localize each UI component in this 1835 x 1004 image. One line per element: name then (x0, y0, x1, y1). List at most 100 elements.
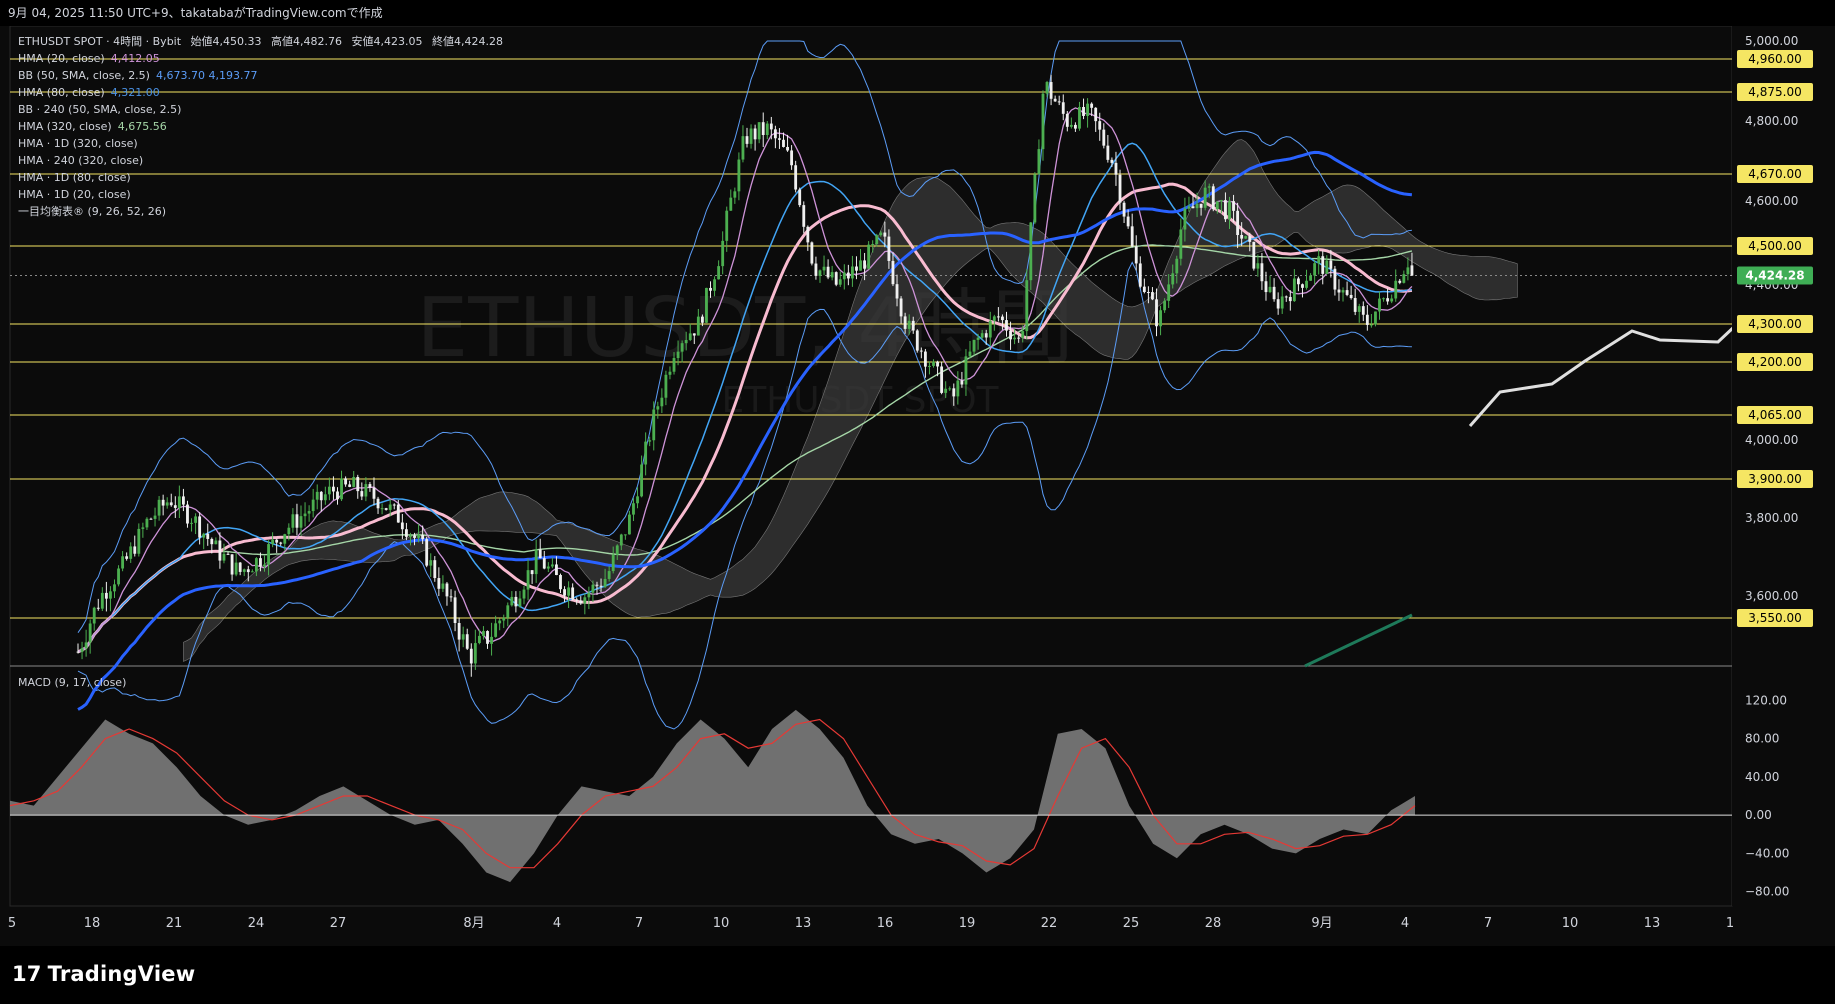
candle-body[interactable] (1244, 236, 1248, 239)
candle-body[interactable] (1410, 265, 1414, 276)
candle-body[interactable] (494, 623, 498, 637)
candle-body[interactable] (234, 562, 238, 575)
candle-body[interactable] (404, 529, 408, 537)
candle-body[interactable] (461, 634, 465, 640)
candle-body[interactable] (230, 554, 234, 575)
candle-body[interactable] (1001, 316, 1004, 321)
candle-body[interactable] (899, 298, 903, 317)
candle-body[interactable] (1134, 246, 1138, 264)
candle-body[interactable] (822, 266, 826, 271)
candle-body[interactable] (879, 232, 883, 236)
candle-body[interactable] (883, 232, 887, 237)
candle-body[interactable] (745, 136, 749, 144)
candle-body[interactable] (125, 556, 129, 559)
candle-body[interactable] (1049, 82, 1053, 99)
candle-body[interactable] (1256, 263, 1260, 269)
candle-body[interactable] (145, 518, 149, 528)
candle-body[interactable] (1337, 289, 1341, 293)
candle-body[interactable] (842, 272, 846, 280)
candle-body[interactable] (790, 150, 794, 166)
candle-body[interactable] (1033, 174, 1037, 223)
candle-body[interactable] (1329, 260, 1333, 269)
candle-body[interactable] (1118, 174, 1122, 203)
candle-body[interactable] (648, 440, 652, 442)
candle-body[interactable] (814, 263, 818, 276)
candle-body[interactable] (1163, 300, 1167, 311)
candle-body[interactable] (169, 502, 173, 506)
candle-body[interactable] (1369, 324, 1373, 326)
candle-body[interactable] (368, 484, 372, 488)
candle-body[interactable] (141, 527, 145, 529)
candle-body[interactable] (761, 122, 765, 135)
candle-body[interactable] (1151, 292, 1154, 300)
candle-body[interactable] (1357, 306, 1361, 312)
candle-body[interactable] (692, 333, 696, 336)
candle-body[interactable] (218, 540, 222, 561)
candle-body[interactable] (356, 476, 360, 492)
candle-body[interactable] (433, 560, 437, 579)
candle-body[interactable] (688, 333, 692, 341)
candle-body[interactable] (550, 564, 554, 567)
candle-body[interactable] (660, 397, 664, 407)
candle-body[interactable] (1260, 263, 1264, 282)
candle-body[interactable] (1094, 107, 1098, 122)
candle-body[interactable] (627, 514, 631, 535)
candle-body[interactable] (518, 598, 522, 607)
candle-body[interactable] (96, 607, 100, 609)
candle-body[interactable] (522, 589, 526, 599)
candle-body[interactable] (1292, 278, 1296, 302)
candle-body[interactable] (396, 504, 400, 523)
candle-body[interactable] (117, 568, 120, 585)
candle-body[interactable] (1398, 280, 1402, 283)
candle-body[interactable] (794, 165, 798, 190)
candle-body[interactable] (194, 516, 198, 523)
candle-body[interactable] (457, 622, 461, 640)
candle-body[interactable] (1017, 337, 1021, 339)
candle-body[interactable] (956, 380, 960, 397)
candle-body[interactable] (1041, 93, 1045, 150)
candle-body[interactable] (1106, 145, 1110, 160)
candle-body[interactable] (161, 499, 165, 506)
candle-body[interactable] (1280, 296, 1284, 309)
candle-body[interactable] (181, 496, 185, 505)
candle-body[interactable] (1191, 206, 1195, 209)
candle-body[interactable] (1207, 186, 1211, 188)
candle-body[interactable] (563, 589, 566, 596)
candle-body[interactable] (1349, 294, 1353, 299)
candle-body[interactable] (364, 484, 368, 497)
candle-body[interactable] (652, 409, 656, 441)
candle-body[interactable] (1248, 236, 1252, 242)
candle-body[interactable] (668, 371, 672, 375)
candle-body[interactable] (700, 316, 704, 323)
candle-body[interactable] (1345, 290, 1349, 295)
candle-body[interactable] (778, 138, 781, 140)
candle-body[interactable] (709, 287, 712, 291)
candle-body[interactable] (1138, 263, 1142, 287)
candle-body[interactable] (1333, 268, 1337, 290)
candle-body[interactable] (1240, 235, 1244, 239)
candle-body[interactable] (173, 505, 177, 508)
candle-body[interactable] (806, 226, 810, 243)
candle-body[interactable] (1090, 103, 1094, 108)
candle-body[interactable] (855, 266, 858, 271)
candle-body[interactable] (611, 554, 615, 572)
candle-body[interactable] (810, 242, 814, 264)
candle-body[interactable] (992, 316, 996, 321)
candle-body[interactable] (336, 491, 339, 500)
candle-body[interactable] (165, 502, 169, 506)
candle-body[interactable] (1317, 256, 1321, 264)
candle-body[interactable] (421, 534, 425, 540)
candle-body[interactable] (1195, 203, 1199, 209)
candle-body[interactable] (834, 272, 838, 285)
macd-pane[interactable] (9, 665, 1733, 907)
candle-body[interactable] (571, 587, 575, 600)
candle-body[interactable] (469, 648, 473, 664)
candle-body[interactable] (1268, 286, 1272, 293)
candle-body[interactable] (1167, 284, 1171, 301)
candle-body[interactable] (1390, 298, 1394, 302)
candle-body[interactable] (352, 476, 356, 487)
candle-body[interactable] (392, 504, 396, 506)
candle-body[interactable] (242, 569, 246, 572)
candle-body[interactable] (1236, 210, 1240, 236)
candle-body[interactable] (1013, 337, 1017, 340)
